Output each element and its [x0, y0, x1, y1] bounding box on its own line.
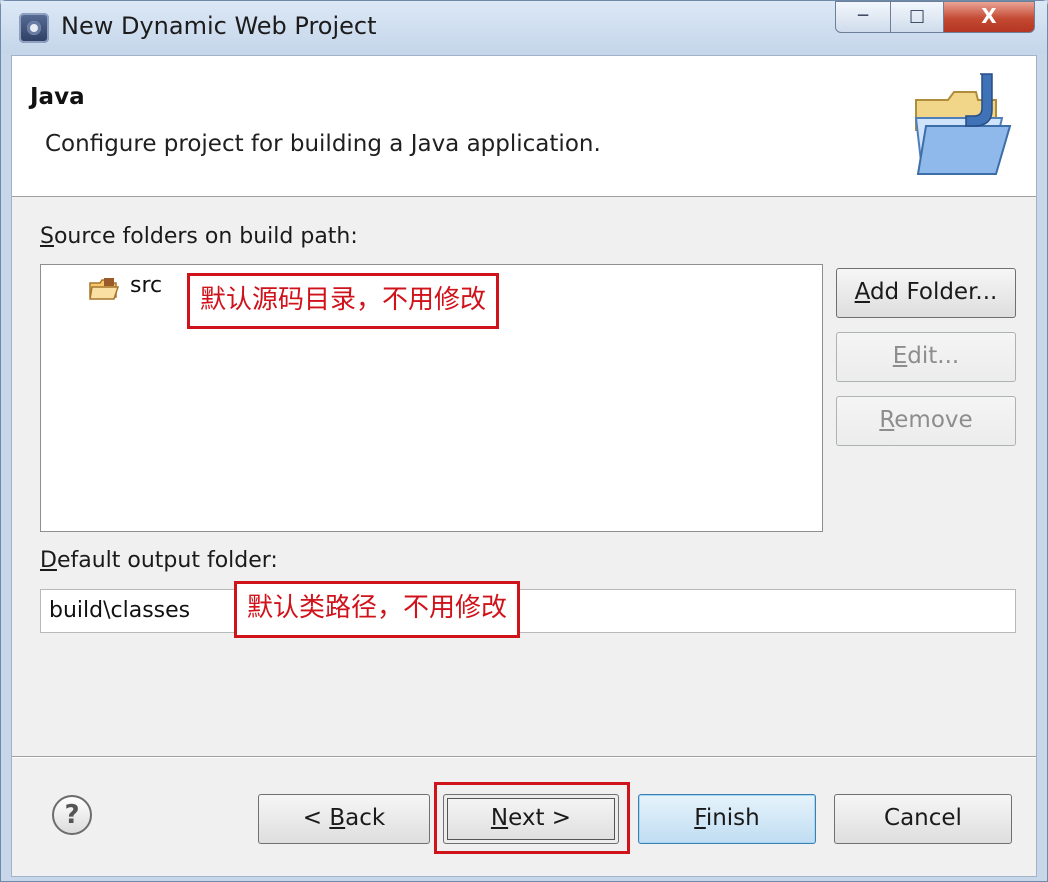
add-folder-button[interactable]: Add Folder... — [836, 268, 1016, 318]
remove-button[interactable]: Remove — [836, 396, 1016, 446]
output-folder-field[interactable]: build\classes — [40, 589, 1016, 633]
edit-button[interactable]: Edit... — [836, 332, 1016, 382]
title-bar[interactable]: New Dynamic Web Project ─ □ X — [1, 1, 1047, 53]
finish-button[interactable]: Finish — [638, 794, 816, 844]
page-description: Configure project for building a Java ap… — [45, 131, 601, 157]
cancel-button[interactable]: Cancel — [834, 794, 1012, 844]
footer-separator — [12, 756, 1036, 758]
output-folder-label: Default output folder: — [40, 548, 278, 573]
close-button[interactable]: X — [943, 1, 1035, 33]
source-annotation: 默认源码目录，不用修改 — [187, 273, 500, 329]
next-annotation-box — [434, 782, 630, 854]
window-title: New Dynamic Web Project — [61, 12, 377, 40]
back-button[interactable]: < Back — [258, 794, 430, 844]
source-folder-name: src — [130, 273, 163, 298]
source-folders-label: Source folders on build path: — [40, 224, 358, 249]
java-folder-icon — [914, 73, 1012, 175]
page-title: Java — [30, 84, 85, 110]
wizard-header: Java Configure project for building a Ja… — [12, 56, 1036, 197]
help-icon[interactable]: ? — [52, 795, 92, 835]
minimize-button[interactable]: ─ — [835, 1, 891, 33]
eclipse-app-icon — [19, 13, 49, 43]
dialog-window: New Dynamic Web Project ─ □ X Java Confi… — [0, 0, 1048, 882]
output-annotation: 默认类路径，不用修改 — [234, 581, 521, 638]
maximize-button[interactable]: □ — [890, 1, 944, 33]
dialog-body: Java Configure project for building a Ja… — [11, 55, 1037, 877]
package-folder-icon — [89, 278, 120, 300]
